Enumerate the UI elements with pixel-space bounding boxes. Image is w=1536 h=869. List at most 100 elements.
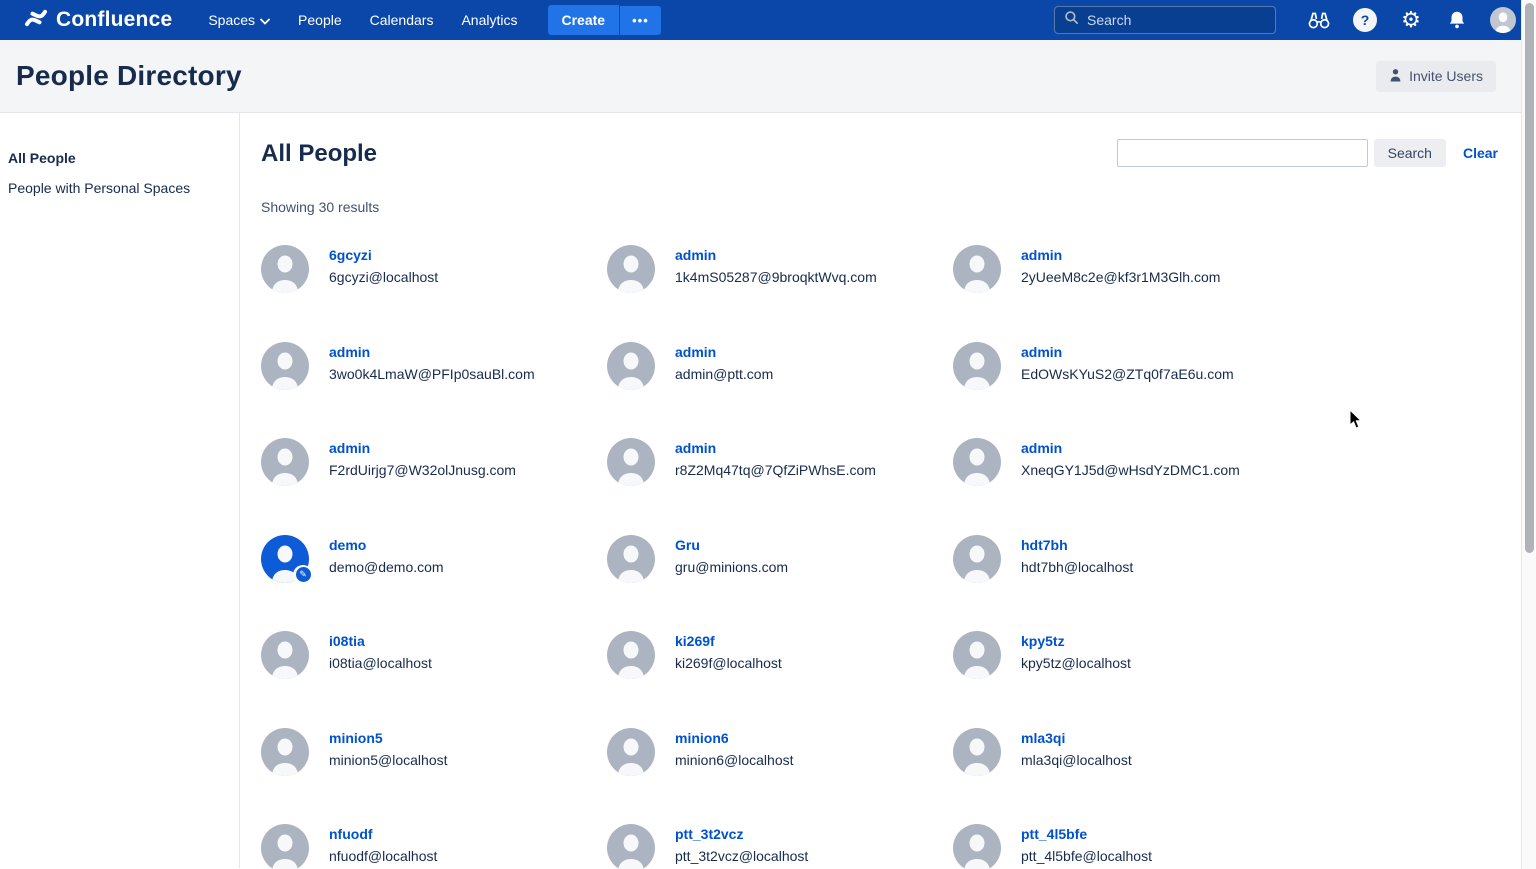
person-card: ✎ minion6 minion6@localhost [607, 728, 953, 825]
person-card: ✎ admin 2yUeeM8c2e@kf3r1M3Glh.com [953, 245, 1299, 342]
person-card: ✎ admin admin@ptt.com [607, 342, 953, 439]
person-card: ✎ admin r8Z2Mq47tq@7QfZiPWhsE.com [607, 438, 953, 535]
person-name-link[interactable]: mla3qi [1021, 730, 1132, 746]
person-card: ✎ admin 1k4mS05287@9broqktWvq.com [607, 245, 953, 342]
user-avatar[interactable]: ✎ [261, 342, 309, 390]
user-avatar[interactable]: ✎ [953, 824, 1001, 869]
person-name-link[interactable]: minion6 [675, 730, 794, 746]
sidebar-item-all-people[interactable]: All People [8, 143, 231, 173]
person-name-link[interactable]: minion5 [329, 730, 448, 746]
nav-item-calendars[interactable]: Calendars [370, 12, 434, 28]
user-avatar[interactable]: ✎ [953, 631, 1001, 679]
settings-gear-icon[interactable]: ⚙ [1398, 7, 1424, 33]
user-avatar[interactable]: ✎ [607, 824, 655, 869]
nav-item-analytics[interactable]: Analytics [461, 12, 517, 28]
user-avatar[interactable]: ✎ [953, 535, 1001, 583]
person-name-link[interactable]: 6gcyzi [329, 247, 438, 263]
person-email: XneqGY1J5d@wHsdYzDMC1.com [1021, 462, 1240, 478]
person-email: F2rdUirjg7@W32olJnusg.com [329, 462, 516, 478]
create-button[interactable]: Create [548, 5, 620, 35]
user-avatar[interactable]: ✎ [953, 728, 1001, 776]
user-avatar[interactable]: ✎ [261, 438, 309, 486]
person-email: r8Z2Mq47tq@7QfZiPWhsE.com [675, 462, 876, 478]
user-avatar[interactable]: ✎ [261, 728, 309, 776]
scrollbar[interactable] [1521, 0, 1536, 869]
user-avatar[interactable]: ✎ [607, 438, 655, 486]
person-name-link[interactable]: admin [329, 344, 535, 360]
user-avatar[interactable]: ✎ [953, 438, 1001, 486]
space-directory-icon[interactable] [1306, 7, 1332, 33]
user-avatar[interactable]: ✎ [607, 245, 655, 293]
person-email: minion5@localhost [329, 752, 448, 768]
people-directory-main: All People Search Clear Showing 30 resul… [240, 113, 1536, 868]
person-email: ptt_3t2vcz@localhost [675, 848, 808, 864]
notifications-bell-icon[interactable] [1444, 7, 1470, 33]
global-search-input[interactable] [1087, 12, 1266, 28]
person-email: 3wo0k4LmaW@PFIp0sauBl.com [329, 366, 535, 382]
user-avatar[interactable]: ✎ [607, 342, 655, 390]
person-name-link[interactable]: admin [329, 440, 516, 456]
sidebar-item-personal-spaces[interactable]: People with Personal Spaces [8, 173, 231, 203]
person-name-link[interactable]: hdt7bh [1021, 537, 1133, 553]
person-card: ✎ i08tia i08tia@localhost [261, 631, 607, 728]
user-avatar[interactable]: ✎ [607, 535, 655, 583]
user-avatar[interactable]: ✎ [261, 245, 309, 293]
person-card: ✎ admin F2rdUirjg7@W32olJnusg.com [261, 438, 607, 535]
scrollbar-thumb[interactable] [1525, 3, 1534, 553]
user-avatar[interactable]: ✎ [607, 728, 655, 776]
create-more-button[interactable]: ••• [620, 6, 661, 35]
person-name-link[interactable]: demo [329, 537, 444, 553]
person-name-link[interactable]: ptt_3t2vcz [675, 826, 808, 842]
help-icon[interactable]: ? [1352, 7, 1378, 33]
person-name-link[interactable]: kpy5tz [1021, 633, 1131, 649]
person-card: ✎ nfuodf nfuodf@localhost [261, 824, 607, 869]
person-name-link[interactable]: nfuodf [329, 826, 437, 842]
user-avatar[interactable]: ✎ [953, 245, 1001, 293]
clear-link[interactable]: Clear [1463, 145, 1498, 161]
brand-name: Confluence [56, 8, 172, 32]
person-card: ✎ hdt7bh hdt7bh@localhost [953, 535, 1299, 632]
directory-sidebar: All People People with Personal Spaces [0, 113, 240, 868]
user-avatar[interactable]: ✎ [607, 631, 655, 679]
confluence-logo[interactable]: Confluence [24, 6, 172, 35]
person-email: EdOWsKYuS2@ZTq0f7aE6u.com [1021, 366, 1234, 382]
person-name-link[interactable]: ptt_4l5bfe [1021, 826, 1152, 842]
top-navigation: Confluence Spaces People Calendars Analy… [0, 0, 1536, 40]
person-name-link[interactable]: admin [675, 344, 773, 360]
user-avatar[interactable]: ✎ [261, 631, 309, 679]
person-card: ✎ kpy5tz kpy5tz@localhost [953, 631, 1299, 728]
person-name-link[interactable]: admin [1021, 247, 1220, 263]
profile-avatar[interactable] [1490, 7, 1516, 33]
results-count: Showing 30 results [261, 199, 1536, 215]
person-name-link[interactable]: ki269f [675, 633, 782, 649]
global-search[interactable] [1054, 6, 1276, 34]
person-name-link[interactable]: admin [1021, 440, 1240, 456]
person-name-link[interactable]: admin [675, 440, 876, 456]
nav-item-people[interactable]: People [298, 12, 342, 28]
person-email: 6gcyzi@localhost [329, 269, 438, 285]
user-avatar[interactable]: ✎ [953, 342, 1001, 390]
person-card: ✎ demo demo@demo.com [261, 535, 607, 632]
person-card: ✎ admin EdOWsKYuS2@ZTq0f7aE6u.com [953, 342, 1299, 439]
person-email: ki269f@localhost [675, 655, 782, 671]
person-email: admin@ptt.com [675, 366, 773, 382]
directory-search-input[interactable] [1117, 139, 1368, 167]
person-name-link[interactable]: admin [675, 247, 877, 263]
person-name-link[interactable]: admin [1021, 344, 1234, 360]
person-name-link[interactable]: Gru [675, 537, 788, 553]
person-name-link[interactable]: i08tia [329, 633, 432, 649]
person-email: 1k4mS05287@9broqktWvq.com [675, 269, 877, 285]
chevron-down-icon [260, 12, 270, 28]
invite-users-button[interactable]: Invite Users [1376, 61, 1496, 92]
user-avatar[interactable]: ✎ [261, 824, 309, 869]
nav-item-spaces[interactable]: Spaces [208, 12, 270, 28]
person-card: ✎ 6gcyzi 6gcyzi@localhost [261, 245, 607, 342]
person-email: kpy5tz@localhost [1021, 655, 1131, 671]
user-avatar[interactable]: ✎ [261, 535, 309, 583]
person-email: gru@minions.com [675, 559, 788, 575]
page-header: People Directory Invite Users [0, 40, 1536, 113]
directory-search-button[interactable]: Search [1374, 139, 1446, 167]
search-icon [1064, 10, 1079, 30]
person-icon [1389, 68, 1402, 85]
person-card: ✎ minion5 minion5@localhost [261, 728, 607, 825]
